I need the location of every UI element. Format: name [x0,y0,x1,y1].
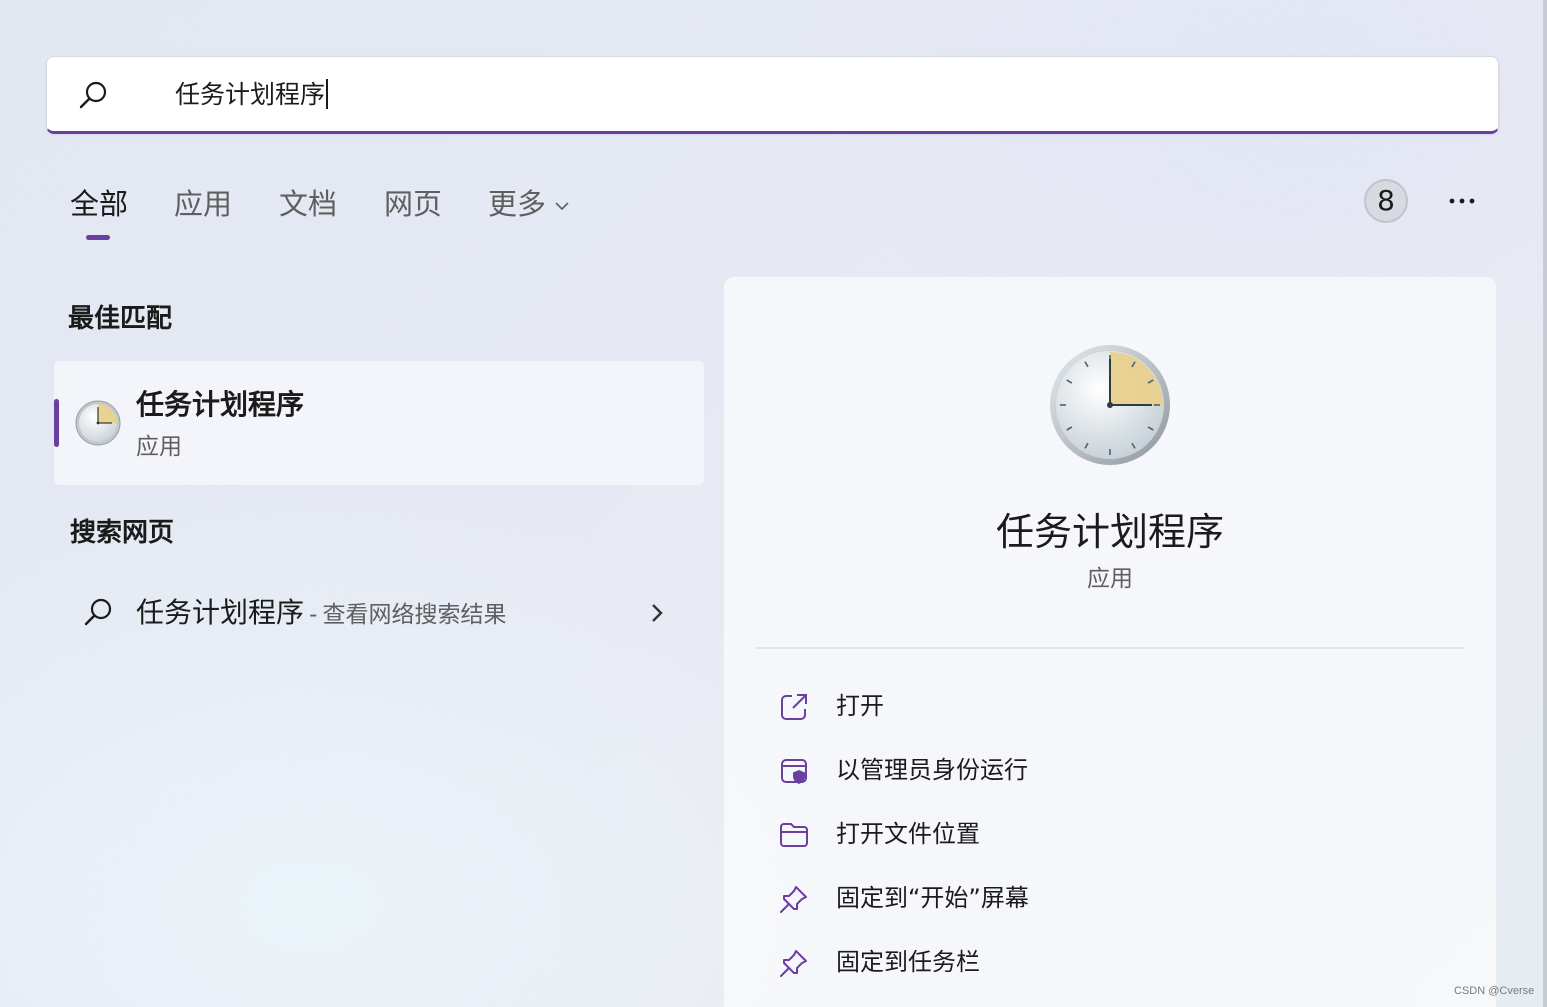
preview-subtitle: 应用 [1087,566,1133,592]
search-box[interactable]: 任务计划程序 [46,56,1499,134]
preview-pane: 任务计划程序 应用 打开 以管理员身份运行 打开文件位置 固定到“开始”屏幕 固… [724,277,1496,1007]
web-search-query: 任务计划程序 [136,596,305,629]
task-scheduler-clock-icon [1050,345,1170,465]
tab-more-label: 更多 [488,187,547,221]
web-search-hint: 查看网络搜索结果 [322,602,507,628]
action-run-as-admin-label: 以管理员身份运行 [836,756,1028,784]
action-pin-to-start-label: 固定到“开始”屏幕 [836,884,1029,912]
action-pin-to-taskbar-label: 固定到任务栏 [836,948,980,976]
chevron-down-icon [555,202,569,211]
tab-apps[interactable]: 应用 [174,184,232,224]
action-open-file-location-label: 打开文件位置 [836,820,980,848]
preview-divider [756,647,1464,649]
admin-shield-icon [781,759,807,784]
search-input[interactable]: 任务计划程序 [175,77,329,113]
action-pin-to-taskbar[interactable]: 固定到任务栏 [774,937,1274,987]
best-match-heading: 最佳匹配 [68,304,173,334]
more-options-icon[interactable] [1446,186,1480,216]
tab-web[interactable]: 网页 [384,184,442,224]
folder-icon [780,823,808,847]
tab-more[interactable]: 更多 [488,184,546,224]
preview-title: 任务计划程序 [995,510,1224,554]
action-pin-to-start[interactable]: 固定到“开始”屏幕 [774,873,1274,923]
search-icon [84,598,112,626]
text-caret [326,79,329,109]
selection-accent [54,399,59,447]
best-match-result[interactable]: 任务计划程序 应用 [54,361,704,485]
action-open-file-location[interactable]: 打开文件位置 [774,809,1274,859]
action-open-label: 打开 [836,692,884,720]
web-search-heading: 搜索网页 [70,518,175,548]
tab-all[interactable]: 全部 [70,184,128,224]
web-search-separator: - [309,602,318,628]
chevron-right-icon [652,604,663,622]
best-match-type: 应用 [136,434,182,460]
action-run-as-admin[interactable]: 以管理员身份运行 [774,745,1274,795]
pin-icon [780,950,807,977]
pin-icon [780,886,807,913]
active-tab-indicator [86,235,110,240]
search-query-text: 任务计划程序 [175,80,326,109]
action-open[interactable]: 打开 [774,681,1274,731]
tab-documents[interactable]: 文档 [279,184,337,224]
search-icon [79,81,107,109]
task-scheduler-clock-icon [75,400,121,446]
result-count-badge[interactable]: 8 [1364,179,1408,223]
web-search-text: 任务计划程序 - 查看网络搜索结果 [136,593,507,637]
best-match-name: 任务计划程序 [136,388,305,421]
web-search-result[interactable]: 任务计划程序 - 查看网络搜索结果 [70,585,690,641]
window-edge [1543,0,1547,1007]
open-external-icon [781,694,807,720]
watermark: CSDN @Cverse [1454,985,1535,997]
